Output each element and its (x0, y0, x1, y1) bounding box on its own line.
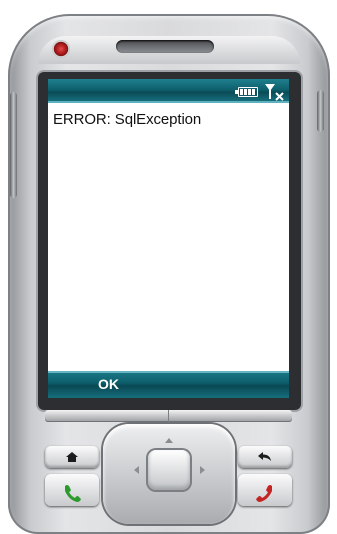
dpad-center-button[interactable] (148, 450, 190, 490)
call-icon (65, 485, 81, 502)
softkey-bar: OK (48, 371, 289, 398)
end-call-icon (256, 485, 272, 502)
dpad-left-icon[interactable] (134, 466, 139, 474)
ok-softkey[interactable]: OK (98, 376, 119, 392)
back-button[interactable] (238, 446, 292, 468)
error-message: ERROR: SqlException (53, 111, 202, 128)
camera-icon (52, 40, 70, 58)
back-icon (258, 452, 271, 461)
softkey-divider (168, 410, 169, 422)
device-screen: ERROR: SqlException OK (48, 79, 289, 398)
volume-side-button[interactable] (10, 92, 17, 198)
home-icon (66, 452, 78, 462)
signal-icon (265, 84, 284, 101)
call-button[interactable] (45, 474, 99, 506)
battery-icon (235, 87, 258, 97)
power-side-button[interactable] (317, 90, 324, 132)
dpad-up-icon[interactable] (165, 438, 173, 443)
status-bar (48, 79, 289, 103)
speaker-grille (116, 40, 214, 53)
home-button[interactable] (45, 446, 99, 468)
dpad-right-icon[interactable] (200, 466, 205, 474)
end-call-button[interactable] (238, 474, 292, 506)
